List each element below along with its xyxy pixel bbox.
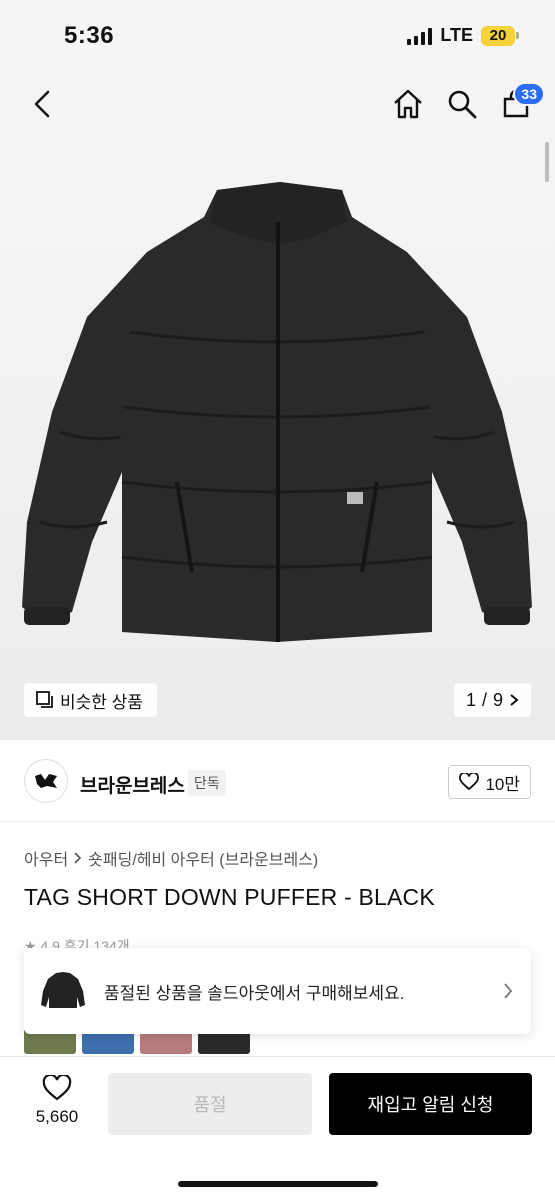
status-bar: 5:36 LTE 20	[0, 0, 555, 66]
chevron-right-icon	[510, 694, 519, 706]
battery-icon: 20	[481, 25, 519, 46]
page-separator: /	[481, 689, 487, 710]
search-button[interactable]	[445, 86, 479, 122]
heart-icon	[42, 1075, 72, 1101]
jacket-thumbnail-icon	[41, 972, 85, 1008]
exclusive-badge: 단독	[188, 770, 226, 796]
home-button[interactable]	[391, 86, 425, 122]
soldout-banner-text: 품절된 상품을 솔드아웃에서 구매해보세요.	[104, 983, 405, 1003]
brand-logo[interactable]	[24, 759, 68, 803]
similar-products-label: 비슷한 상품	[60, 692, 143, 712]
gallery-page-indicator[interactable]: 1 / 9	[453, 683, 531, 717]
page-current: 1	[465, 689, 476, 710]
soldout-banner[interactable]: 품절된 상품을 솔드아웃에서 구매해보세요.	[24, 948, 531, 1034]
brand-like-count: 10만	[485, 774, 520, 794]
cart-count-badge: 33	[513, 82, 545, 106]
breadcrumb: 아우터 숏패딩/헤비 아우터 (브라운브레스)	[24, 846, 318, 870]
brand-name[interactable]: 브라운브레스	[80, 771, 185, 798]
bottom-action-bar: 5,660 품절 재입고 알림 신청	[0, 1056, 555, 1200]
chevron-left-icon	[34, 90, 50, 118]
scrollbar	[545, 142, 549, 182]
battery-level: 20	[481, 25, 515, 46]
similar-products-button[interactable]: 비슷한 상품	[24, 683, 157, 717]
heart-icon	[459, 773, 480, 791]
wishlist-count: 5,660	[35, 1107, 79, 1126]
restock-alert-button[interactable]: 재입고 알림 신청	[329, 1073, 532, 1135]
breadcrumb-category-2[interactable]: 숏패딩/헤비 아우터 (브라운브레스)	[88, 846, 318, 870]
chevron-right-icon	[74, 852, 82, 864]
breadcrumb-category-1[interactable]: 아우터	[24, 846, 68, 870]
network-label: LTE	[440, 25, 473, 45]
home-icon	[394, 89, 422, 119]
status-indicators: LTE 20	[407, 25, 519, 46]
brand-logo-icon	[35, 774, 57, 788]
product-image	[22, 182, 532, 642]
similar-icon	[36, 691, 53, 708]
brand-like-button[interactable]: 10만	[448, 765, 531, 799]
cart-button[interactable]: 33	[499, 82, 545, 122]
signal-icon	[407, 27, 433, 45]
search-icon	[448, 90, 477, 119]
brand-row: 브라운브레스 단독 10만	[0, 740, 555, 822]
chevron-right-icon	[504, 983, 513, 999]
status-time: 5:36	[64, 22, 115, 49]
top-nav: 33	[0, 66, 555, 142]
wishlist-button[interactable]: 5,660	[26, 1075, 88, 1127]
soldout-button: 품절	[108, 1073, 312, 1135]
back-button[interactable]	[26, 88, 58, 120]
product-image-gallery[interactable]: 비슷한 상품 1 / 9	[0, 142, 555, 740]
product-title: TAG SHORT DOWN PUFFER - BLACK	[24, 884, 435, 910]
page-total: 9	[492, 689, 503, 710]
home-indicator	[178, 1181, 378, 1187]
nav-icons: 33	[391, 82, 545, 122]
banner-thumbnail	[38, 966, 88, 1016]
